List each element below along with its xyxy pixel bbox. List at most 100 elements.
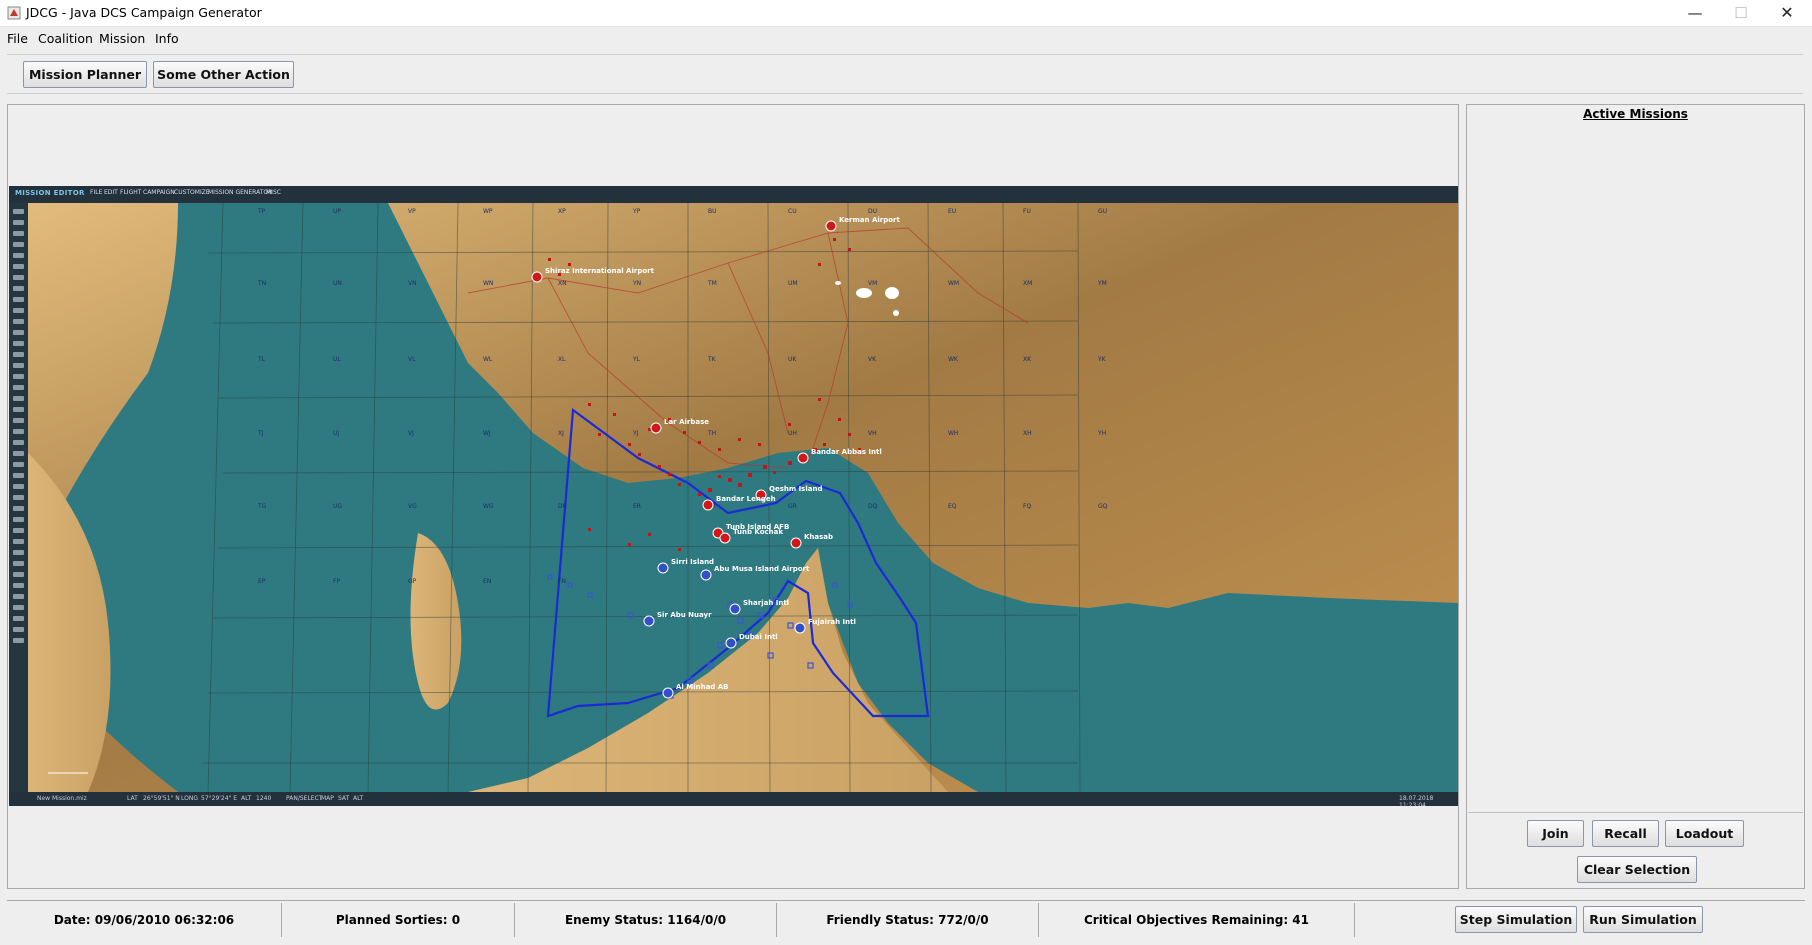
airport-marker[interactable] — [643, 615, 655, 627]
loadout-button[interactable]: Loadout — [1665, 820, 1744, 847]
grid-label: XN — [558, 280, 567, 287]
editor-tool-icon[interactable] — [13, 286, 24, 291]
editor-tool-icon[interactable] — [13, 594, 24, 599]
editor-sat-mode[interactable]: SAT — [338, 795, 349, 802]
editor-tool-icon[interactable] — [13, 407, 24, 412]
mission-planner-button[interactable]: Mission Planner — [23, 61, 147, 88]
editor-tool-icon[interactable] — [13, 506, 24, 511]
editor-tool-icon[interactable] — [13, 308, 24, 313]
run-simulation-button[interactable]: Run Simulation — [1583, 906, 1703, 933]
grid-label: FP — [333, 578, 340, 585]
maximize-button[interactable]: ☐ — [1718, 0, 1764, 26]
menu-info[interactable]: Info — [155, 31, 179, 46]
editor-tool-icon[interactable] — [13, 341, 24, 346]
editor-tool-icon[interactable] — [13, 440, 24, 445]
menu-coalition[interactable]: Coalition — [38, 31, 93, 46]
airport-marker[interactable] — [790, 537, 802, 549]
airport-marker[interactable] — [657, 562, 669, 574]
airport-marker[interactable] — [729, 603, 741, 615]
editor-tool-icon[interactable] — [13, 231, 24, 236]
editor-menu-campaign[interactable]: CAMPAIGN — [143, 189, 175, 196]
editor-menu-misc[interactable]: MISC — [266, 189, 281, 196]
editor-top-bar: MISSION EDITOR FILE EDIT FLIGHT CAMPAIGN… — [9, 186, 1458, 203]
editor-menu-mission-generator[interactable]: MISSION GENERATOR — [208, 189, 272, 196]
editor-tool-icon[interactable] — [13, 451, 24, 456]
editor-tool-icon[interactable] — [13, 220, 24, 225]
editor-tool-icon[interactable] — [13, 374, 24, 379]
editor-map-mode[interactable]: MAP — [321, 795, 334, 802]
airport-marker[interactable] — [719, 532, 731, 544]
menu-file[interactable]: File — [7, 31, 28, 46]
airport-marker[interactable] — [797, 452, 809, 464]
menu-mission[interactable]: Mission — [99, 31, 145, 46]
editor-tool-icon[interactable] — [13, 275, 24, 280]
airport-marker[interactable] — [725, 637, 737, 649]
step-simulation-button[interactable]: Step Simulation — [1455, 906, 1577, 933]
editor-tool-icon[interactable] — [13, 517, 24, 522]
editor-tool-icon[interactable] — [13, 484, 24, 489]
editor-tool-icon[interactable] — [13, 605, 24, 610]
editor-tool-icon[interactable] — [13, 473, 24, 478]
editor-alt-mode[interactable]: ALT — [353, 795, 363, 802]
airport-marker[interactable] — [700, 569, 712, 581]
editor-tool-icon[interactable] — [13, 330, 24, 335]
editor-menu-flight[interactable]: FLIGHT — [120, 189, 141, 196]
airport-marker[interactable] — [650, 422, 662, 434]
mission-editor-map[interactable]: MISSION EDITOR FILE EDIT FLIGHT CAMPAIGN… — [9, 186, 1458, 806]
menu-bar: File Coalition Mission Info — [0, 27, 1812, 49]
editor-tool-icon[interactable] — [13, 363, 24, 368]
editor-tool-icon[interactable] — [13, 297, 24, 302]
status-date: Date: 09/06/2010 06:32:06 — [53, 913, 235, 927]
editor-tool-icon[interactable] — [13, 352, 24, 357]
airport-marker[interactable] — [531, 271, 543, 283]
terrain-map[interactable]: TP UP VP WP XP YP BU CU DU EU FU GU TN UN VN WN XN YN TM UM… — [28, 203, 1458, 792]
active-missions-list[interactable] — [1468, 122, 1803, 812]
editor-tool-icon[interactable] — [13, 462, 24, 467]
editor-title: MISSION EDITOR — [15, 189, 85, 197]
editor-tool-icon[interactable] — [13, 627, 24, 632]
editor-tool-icon[interactable] — [13, 429, 24, 434]
grid-label: EQ — [948, 503, 957, 510]
airport-marker[interactable] — [794, 622, 806, 634]
close-button[interactable]: ✕ — [1764, 0, 1810, 26]
airport-label: Bandar Lengeh — [716, 495, 776, 503]
editor-tool-icon[interactable] — [13, 385, 24, 390]
airport-label: Dubai Intl — [739, 633, 778, 641]
some-other-action-button[interactable]: Some Other Action — [153, 61, 294, 88]
airport-marker[interactable] — [825, 220, 837, 232]
editor-tool-icon[interactable] — [13, 264, 24, 269]
airport-label: Sharjah Intl — [743, 599, 789, 607]
airport-marker[interactable] — [702, 499, 714, 511]
airport-marker[interactable] — [662, 687, 674, 699]
grid-label: VH — [868, 430, 877, 437]
editor-tool-icon[interactable] — [13, 539, 24, 544]
editor-tool-icon[interactable] — [13, 495, 24, 500]
editor-tool-icon[interactable] — [13, 561, 24, 566]
editor-tool-icon[interactable] — [13, 550, 24, 555]
editor-tool-icon[interactable] — [13, 418, 24, 423]
editor-tool-icon[interactable] — [13, 396, 24, 401]
editor-tool-icon[interactable] — [13, 616, 24, 621]
grid-label: UP — [333, 208, 341, 215]
grid-label: XL — [558, 356, 566, 363]
editor-long-value: 57°29'24" E — [201, 795, 238, 802]
editor-tool-icon[interactable] — [13, 319, 24, 324]
editor-tool-icon[interactable] — [13, 572, 24, 577]
clear-selection-button[interactable]: Clear Selection — [1577, 856, 1697, 883]
editor-menu-customize[interactable]: CUSTOMIZE — [174, 189, 210, 196]
editor-tool-icon[interactable] — [13, 242, 24, 247]
editor-tool-icon[interactable] — [13, 253, 24, 258]
airport-label: Kerman Airport — [839, 216, 900, 224]
editor-tool-icon[interactable] — [13, 638, 24, 643]
editor-alt-value: 1240 — [256, 795, 272, 802]
editor-tool-icon[interactable] — [13, 583, 24, 588]
editor-tool-icon[interactable] — [13, 528, 24, 533]
editor-pan-select[interactable]: PAN/SELECT — [286, 795, 322, 802]
recall-button[interactable]: Recall — [1592, 820, 1659, 847]
editor-tool-icon[interactable] — [13, 209, 24, 214]
editor-menu-edit[interactable]: EDIT — [104, 189, 118, 196]
editor-tool-sidebar[interactable] — [9, 203, 28, 792]
minimize-button[interactable]: — — [1672, 0, 1718, 26]
join-button[interactable]: Join — [1527, 820, 1584, 847]
editor-menu-file[interactable]: FILE — [90, 189, 102, 196]
